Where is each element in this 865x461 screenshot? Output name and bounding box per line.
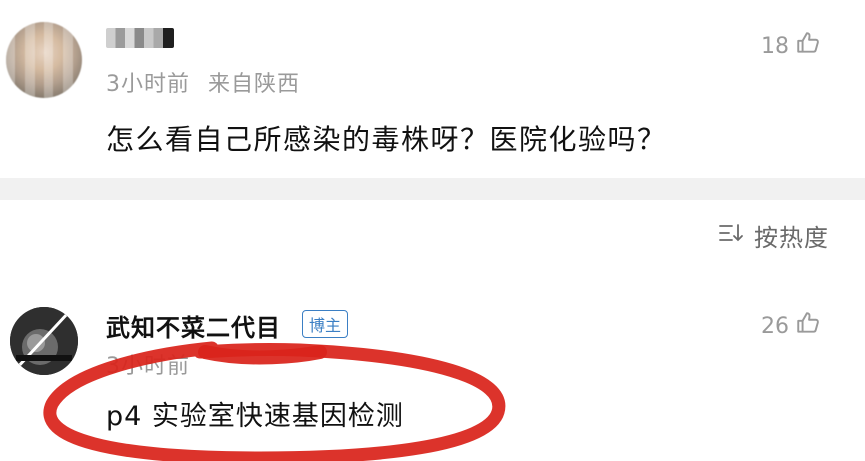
- thumbs-up-icon: [795, 30, 821, 62]
- comment-meta: 3小时前: [106, 348, 190, 380]
- comment-text[interactable]: 怎么看自己所感染的毒株呀？医院化验吗？: [106, 118, 667, 158]
- avatar[interactable]: [10, 307, 78, 375]
- like-count: 26: [761, 313, 789, 339]
- comment-2: 武知不菜二代目 博主 3小时前 p4 实验室快速基因检测 26: [0, 280, 865, 461]
- author-badge: 博主: [302, 310, 349, 338]
- sort-bar: 按热度: [0, 200, 865, 280]
- section-divider: [0, 178, 865, 200]
- like-count: 18: [761, 33, 789, 59]
- comment-text[interactable]: p4 实验室快速基因检测: [106, 394, 404, 433]
- like-button[interactable]: 26: [761, 310, 821, 342]
- username[interactable]: 武知不菜二代目: [106, 308, 281, 343]
- sort-label: 按热度: [754, 224, 829, 252]
- comment-location: 来自陕西: [208, 72, 301, 97]
- like-button[interactable]: 18: [761, 30, 821, 62]
- thumbs-up-icon: [795, 310, 821, 342]
- username-redacted[interactable]: [106, 28, 174, 48]
- comment-time: 3小时前: [106, 72, 190, 97]
- sort-icon: [718, 221, 746, 251]
- comment-meta: 3小时前 来自陕西: [106, 66, 300, 98]
- comment-time: 3小时前: [106, 354, 190, 379]
- avatar[interactable]: [6, 22, 82, 98]
- sort-button[interactable]: 按热度: [718, 218, 829, 253]
- comment-1: 3小时前 来自陕西 怎么看自己所感染的毒株呀？医院化验吗？ 18: [0, 0, 865, 178]
